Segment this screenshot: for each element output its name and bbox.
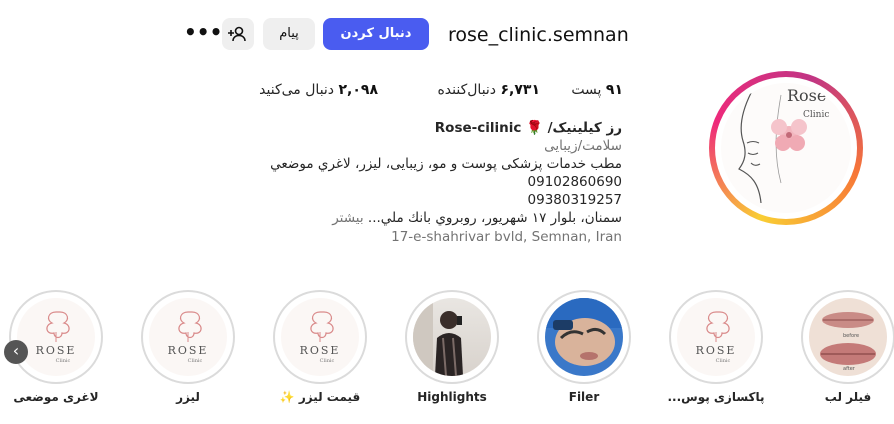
highlight-before-label: before [843, 333, 859, 339]
following-count-label: دنبال می‌کنید [259, 82, 335, 98]
highlight-item[interactable]: Filer [537, 290, 631, 410]
bio-address-text: سمنان، بلوار ۱۷ شهريور، روبروي بانك ملي.… [367, 210, 622, 226]
highlight-cover: ROSE Clinic [281, 298, 359, 376]
highlight-ring [405, 290, 499, 384]
message-button[interactable]: پیام [263, 18, 315, 50]
highlight-ring [537, 290, 631, 384]
follow-button[interactable]: دنبال کردن [323, 18, 429, 50]
more-options-button[interactable]: ••• [184, 18, 222, 50]
highlight-label: Filer [568, 390, 600, 404]
rose-emoji-icon: 🌹 [526, 120, 543, 136]
highlight-ring: ROSE Clinic [669, 290, 763, 384]
highlight-item[interactable]: ROSE Clinic لیزر [141, 290, 235, 410]
posts-count-value: ۹۱ [605, 82, 623, 98]
highlight-ring: ROSE Clinic [9, 290, 103, 384]
posts-count-label: پست [571, 82, 602, 98]
highlight-label: لیزر [176, 390, 200, 404]
highlight-item[interactable]: ROSE Clinic قیمت لیزر ✨ [273, 290, 367, 410]
highlight-logo-sub: Clinic [716, 358, 731, 364]
highlight-logo-sub: Clinic [188, 358, 203, 364]
highlight-label: قیمت لیزر ✨ [279, 390, 361, 404]
bio-description: مطب خدمات پزشکی پوست و مو، زیبایی، لیزر،… [270, 156, 622, 172]
highlight-ring: ROSE Clinic [273, 290, 367, 384]
bio-location[interactable]: 17-e-shahrivar bvld, Semnan, Iran [240, 228, 622, 246]
bio-address: سمنان، بلوار ۱۷ شهريور، روبروي بانك ملي.… [240, 209, 622, 227]
highlight-logo-sub: Clinic [56, 358, 71, 364]
followers-count-label: دنبال‌کننده [437, 82, 497, 98]
chevron-left-icon: ‹ [12, 341, 20, 360]
highlight-cover: ROSE Clinic [149, 298, 227, 376]
highlight-cover [413, 298, 491, 376]
followers-count-value: ۶,۷۳۱ [500, 82, 541, 98]
add-user-icon [228, 26, 246, 42]
highlight-item[interactable]: before after فیلر لب [801, 290, 894, 410]
following-count-value: ۲,۰۹۸ [338, 82, 379, 98]
highlight-cover [545, 298, 623, 376]
rose-clinic-logo: Rose Clinic [738, 86, 829, 204]
highlight-label: لاغری موضعی [13, 390, 99, 404]
highlight-logo-sub: Clinic [320, 358, 335, 364]
highlight-cover: before after [809, 298, 887, 376]
bio-phone-2: 09380319257 [527, 192, 622, 208]
suggested-users-button[interactable] [222, 18, 254, 50]
bio-name: رز کیلینیک/ 🌹 Rose-cilinic [240, 119, 622, 137]
avatar[interactable]: Rose Clinic [721, 83, 851, 213]
highlight-cover: ROSE Clinic [677, 298, 755, 376]
highlight-logo-text: ROSE [300, 344, 341, 357]
highlight-logo-text: ROSE [696, 344, 737, 357]
highlight-logo-text: ROSE [36, 344, 77, 357]
highlight-item[interactable]: Highlights [405, 290, 499, 410]
bio-more-link[interactable]: بیشتر [332, 210, 363, 226]
highlight-label: پاکسازی پوس... [667, 390, 765, 404]
bio-name-fa: رز کیلینیک/ [547, 120, 622, 136]
profile-username: rose_clinic.semnan [448, 24, 629, 46]
following-count[interactable]: ۲,۰۹۸ دنبال می‌کنید [238, 80, 378, 100]
highlight-after-label: after [843, 366, 856, 372]
posts-count: ۹۱ پست [560, 80, 623, 100]
bio-phone-1: 09102860690 [527, 174, 622, 190]
highlight-item[interactable]: ROSE Clinic پاکسازی پوس... [667, 290, 765, 410]
avatar-sub-text: Clinic [803, 110, 829, 120]
bio-category: سلامت/زیبایی [544, 138, 622, 154]
highlight-label: فیلر لب [824, 390, 872, 404]
scroll-left-button[interactable]: ‹ [4, 340, 28, 364]
highlight-cover: ROSE Clinic [17, 298, 95, 376]
highlight-ring: before after [801, 290, 894, 384]
highlight-ring: ROSE Clinic [141, 290, 235, 384]
highlight-label: Highlights [417, 390, 487, 404]
followers-count[interactable]: ۶,۷۳۱ دنبال‌کننده [410, 80, 540, 100]
highlight-logo-text: ROSE [168, 344, 209, 357]
bio-name-en: Rose-cilinic [434, 120, 522, 136]
